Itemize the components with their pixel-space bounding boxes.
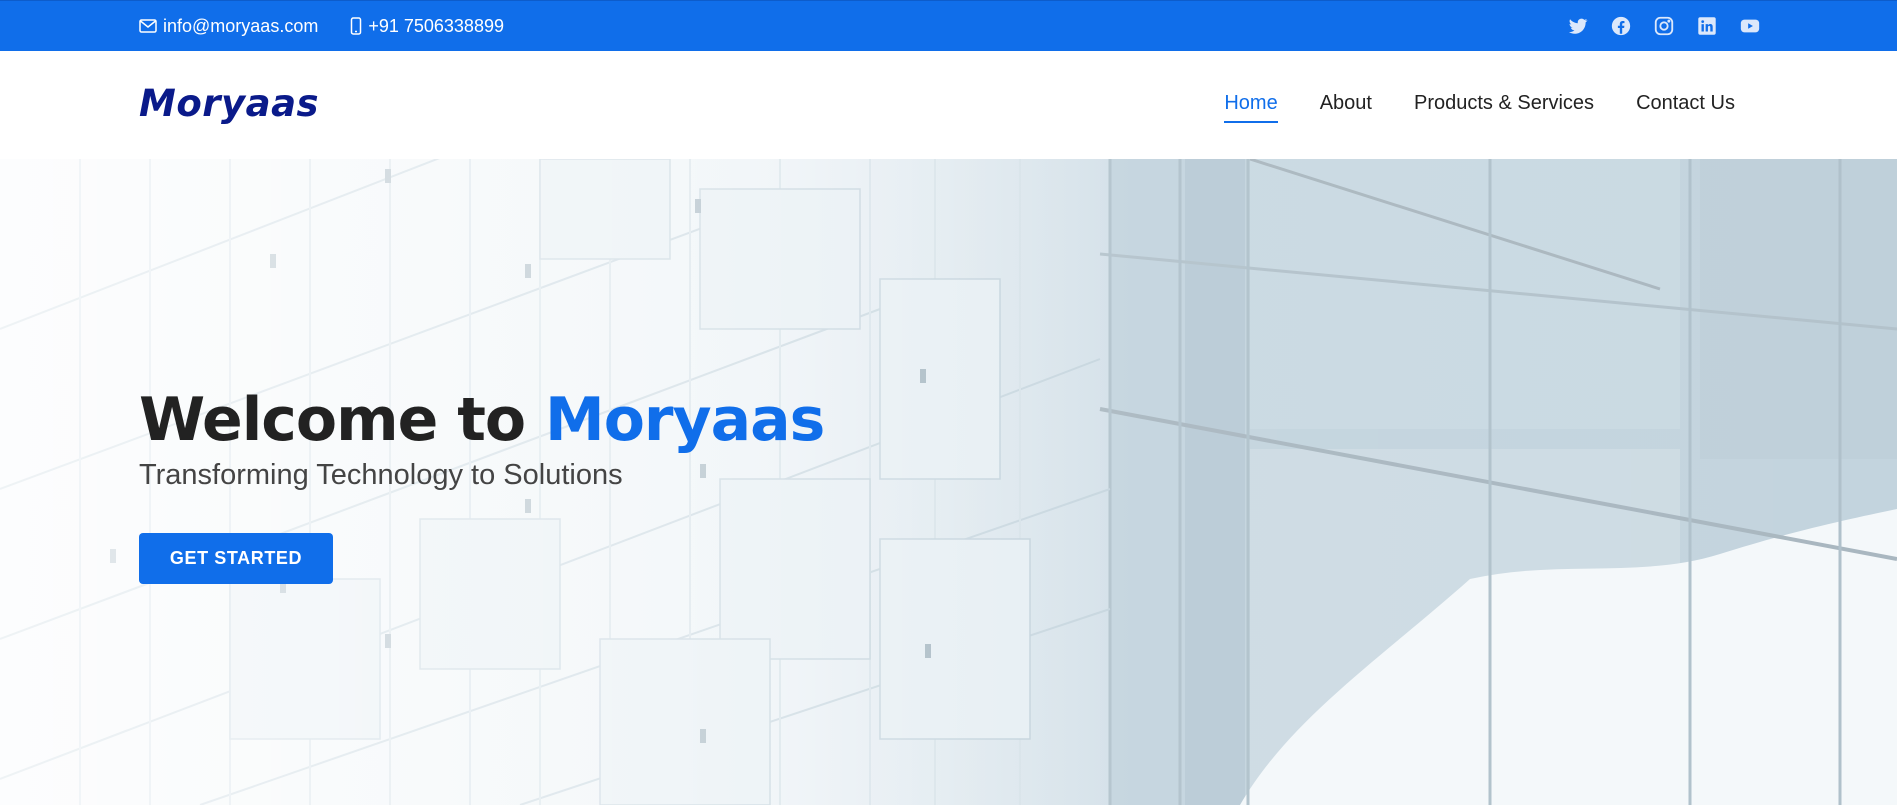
instagram-icon xyxy=(1654,16,1674,36)
phone-icon xyxy=(350,17,362,35)
hero-content: Welcome to Moryaas Transforming Technolo… xyxy=(139,383,825,584)
youtube-link[interactable] xyxy=(1739,15,1761,37)
phone-text: +91 7506338899 xyxy=(368,16,504,36)
linkedin-link[interactable] xyxy=(1696,15,1718,37)
twitter-icon xyxy=(1568,18,1588,34)
twitter-link[interactable] xyxy=(1567,15,1589,37)
nav-products-services[interactable]: Products & Services xyxy=(1393,89,1615,123)
hero-title: Welcome to Moryaas xyxy=(139,383,825,457)
linkedin-icon xyxy=(1698,17,1716,35)
envelope-icon xyxy=(139,19,157,33)
site-header: Moryaas Home About Products & Services C… xyxy=(0,51,1897,159)
email-link[interactable]: info@moryaas.com xyxy=(139,14,318,38)
instagram-link[interactable] xyxy=(1653,15,1675,37)
nav-about[interactable]: About xyxy=(1299,89,1393,123)
get-started-button[interactable]: GET STARTED xyxy=(139,533,333,584)
nav-contact-us[interactable]: Contact Us xyxy=(1615,89,1756,123)
contact-info: info@moryaas.com +91 7506338899 xyxy=(139,14,504,38)
email-text: info@moryaas.com xyxy=(163,16,319,36)
youtube-icon xyxy=(1740,19,1760,33)
facebook-icon xyxy=(1611,16,1631,36)
hero-section: Welcome to Moryaas Transforming Technolo… xyxy=(0,159,1897,805)
main-nav: Home About Products & Services Contact U… xyxy=(1203,89,1756,123)
facebook-link[interactable] xyxy=(1610,15,1632,37)
top-bar: info@moryaas.com +91 7506338899 xyxy=(0,0,1897,51)
hero-title-prefix: Welcome to xyxy=(139,385,545,455)
phone-link[interactable]: +91 7506338899 xyxy=(350,14,504,38)
hero-subtitle: Transforming Technology to Solutions xyxy=(139,459,623,491)
hero-title-brand: Moryaas xyxy=(544,385,825,455)
social-links xyxy=(1567,15,1761,37)
site-logo[interactable]: Moryaas xyxy=(139,81,319,127)
nav-home[interactable]: Home xyxy=(1203,89,1298,123)
